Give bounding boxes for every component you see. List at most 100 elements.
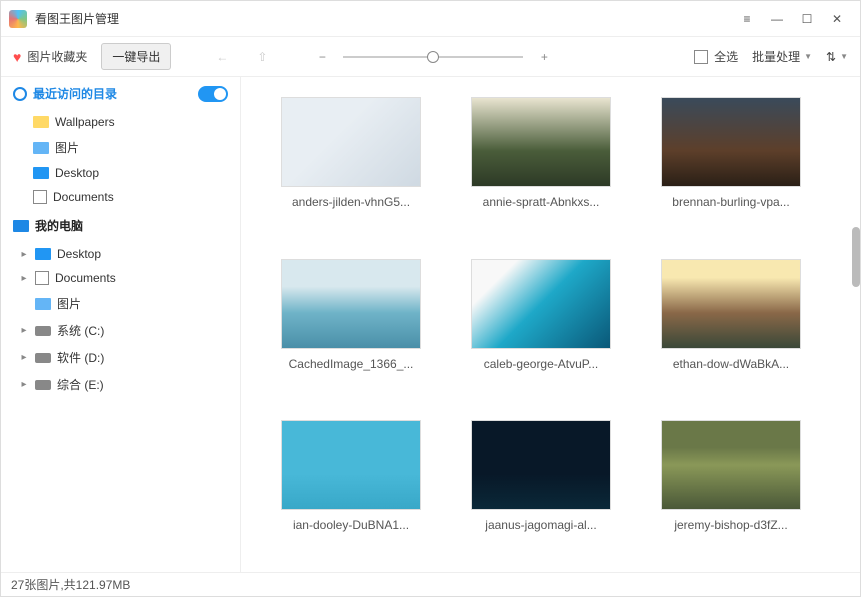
main-panel: anders-jilden-vhnG5... annie-spratt-Abnkx… xyxy=(241,77,860,572)
thumbnail-image xyxy=(281,97,421,187)
sidebar-recent-item[interactable]: Documents xyxy=(1,185,240,209)
up-button[interactable]: ⇧ xyxy=(249,44,275,70)
app-icon xyxy=(9,10,27,28)
batch-label: 批量处理 xyxy=(752,48,800,65)
sidebar-recent-item[interactable]: 图片 xyxy=(1,134,240,161)
sidebar-item-label: Documents xyxy=(55,271,116,285)
thumbnail-image xyxy=(281,259,421,349)
sidebar-tree-item[interactable]: ▸ Documents xyxy=(1,266,240,290)
sidebar-item-label: 图片 xyxy=(57,295,81,312)
select-all-label: 全选 xyxy=(714,48,738,65)
thumbnail-item[interactable]: caleb-george-AtvuP... xyxy=(461,259,621,391)
sidebar-tree-item[interactable]: ▸ 综合 (E:) xyxy=(1,371,240,398)
chevron-right-icon: ▸ xyxy=(19,379,29,390)
thumbnail-item[interactable]: anders-jilden-vhnG5... xyxy=(271,97,431,229)
thumbnail-label: ethan-dow-dWaBkA... xyxy=(673,357,789,371)
sidebar-item-label: 综合 (E:) xyxy=(57,376,104,393)
scrollbar-thumb[interactable] xyxy=(852,227,860,287)
thumbnail-item[interactable]: jeremy-bishop-d3fZ... xyxy=(651,420,811,552)
select-all-checkbox[interactable]: 全选 xyxy=(694,48,738,65)
toolbar: ♥ 图片收藏夹 一键导出 ← ⇧ − + 全选 批量处理 ▼ ⇅ ▼ xyxy=(1,37,860,77)
recent-toggle[interactable] xyxy=(198,86,228,102)
close-button[interactable]: ✕ xyxy=(822,4,852,34)
desktop-icon xyxy=(35,248,51,260)
thumbnail-label: CachedImage_1366_... xyxy=(289,357,414,371)
recent-header: 最近访问的目录 xyxy=(1,77,240,110)
caret-down-icon: ▼ xyxy=(804,52,812,61)
clock-icon xyxy=(13,87,27,101)
sidebar-item-label: 系统 (C:) xyxy=(57,322,104,339)
sidebar-tree-item[interactable]: 图片 xyxy=(1,290,240,317)
thumbnail-item[interactable]: annie-spratt-Abnkxs... xyxy=(461,97,621,229)
sidebar-item-label: 图片 xyxy=(55,139,79,156)
minimize-button[interactable]: — xyxy=(762,4,792,34)
window-title: 看图王图片管理 xyxy=(35,10,732,27)
maximize-button[interactable]: ☐ xyxy=(792,4,822,34)
sidebar-item-label: 软件 (D:) xyxy=(57,349,104,366)
sidebar-item-label: Documents xyxy=(53,190,114,204)
thumbnail-item[interactable]: ethan-dow-dWaBkA... xyxy=(651,259,811,391)
zoom-slider[interactable] xyxy=(343,56,523,58)
checkbox-icon xyxy=(694,50,708,64)
sidebar-item-label: Wallpapers xyxy=(55,115,115,129)
sort-menu[interactable]: ⇅ ▼ xyxy=(826,50,848,64)
favorites-link[interactable]: ♥ 图片收藏夹 xyxy=(13,48,87,65)
thumbnail-label: annie-spratt-Abnkxs... xyxy=(483,195,600,209)
heart-icon: ♥ xyxy=(13,49,21,65)
drive-icon xyxy=(35,326,51,336)
zoom-in-button[interactable]: + xyxy=(531,44,557,70)
sidebar-item-label: Desktop xyxy=(55,166,99,180)
thumbnail-item[interactable]: CachedImage_1366_... xyxy=(271,259,431,391)
desktop-icon xyxy=(33,167,49,179)
zoom-control: − + xyxy=(309,44,557,70)
menu-button[interactable]: ≡ xyxy=(732,4,762,34)
recent-header-label: 最近访问的目录 xyxy=(33,85,117,102)
chevron-right-icon: ▸ xyxy=(19,273,29,284)
thumbnail-label: jaanus-jagomagi-al... xyxy=(485,518,596,532)
chevron-right-icon: ▸ xyxy=(19,249,29,260)
img-icon xyxy=(35,298,51,310)
favorites-label: 图片收藏夹 xyxy=(27,48,87,65)
chevron-right-icon: ▸ xyxy=(19,325,29,336)
computer-header-label: 我的电脑 xyxy=(35,217,83,234)
sidebar-recent-item[interactable]: Wallpapers xyxy=(1,110,240,134)
thumbnail-image xyxy=(661,259,801,349)
thumbnail-image xyxy=(661,97,801,187)
thumbnail-item[interactable]: brennan-burling-vpa... xyxy=(651,97,811,229)
chevron-right-icon: ▸ xyxy=(19,352,29,363)
img-icon xyxy=(33,142,49,154)
scrollbar-track[interactable] xyxy=(850,77,860,572)
batch-menu[interactable]: 批量处理 ▼ xyxy=(752,48,812,65)
thumbnail-item[interactable]: ian-dooley-DuBNA1... xyxy=(271,420,431,552)
drive-icon xyxy=(35,353,51,363)
caret-down-icon: ▼ xyxy=(840,52,848,61)
thumbnail-image xyxy=(471,259,611,349)
thumbnail-label: jeremy-bishop-d3fZ... xyxy=(674,518,787,532)
sidebar-recent-item[interactable]: Desktop xyxy=(1,161,240,185)
thumbnail-image xyxy=(281,420,421,510)
sidebar-tree-item[interactable]: ▸ 系统 (C:) xyxy=(1,317,240,344)
title-bar: 看图王图片管理 ≡ — ☐ ✕ xyxy=(1,1,860,37)
thumbnail-image xyxy=(471,420,611,510)
body-area: 最近访问的目录 Wallpapers 图片 Desktop Documents 我的电… xyxy=(1,77,860,572)
thumbnail-grid: anders-jilden-vhnG5... annie-spratt-Abnkx… xyxy=(241,77,860,572)
thumbnail-image xyxy=(661,420,801,510)
status-bar: 27张图片,共121.97MB xyxy=(1,572,860,596)
sidebar-tree-item[interactable]: ▸ Desktop xyxy=(1,242,240,266)
sort-icon: ⇅ xyxy=(826,50,836,64)
back-button[interactable]: ← xyxy=(209,44,235,70)
drive-icon xyxy=(35,380,51,390)
export-button[interactable]: 一键导出 xyxy=(101,43,171,70)
zoom-out-button[interactable]: − xyxy=(309,44,335,70)
zoom-thumb[interactable] xyxy=(427,51,439,63)
doc-icon xyxy=(33,190,47,204)
doc-icon xyxy=(35,271,49,285)
computer-icon xyxy=(13,220,29,232)
folder-icon xyxy=(33,116,49,128)
sidebar-item-label: Desktop xyxy=(57,247,101,261)
thumbnail-label: caleb-george-AtvuP... xyxy=(484,357,599,371)
sidebar-tree-item[interactable]: ▸ 软件 (D:) xyxy=(1,344,240,371)
thumbnail-image xyxy=(471,97,611,187)
thumbnail-label: brennan-burling-vpa... xyxy=(672,195,789,209)
thumbnail-item[interactable]: jaanus-jagomagi-al... xyxy=(461,420,621,552)
